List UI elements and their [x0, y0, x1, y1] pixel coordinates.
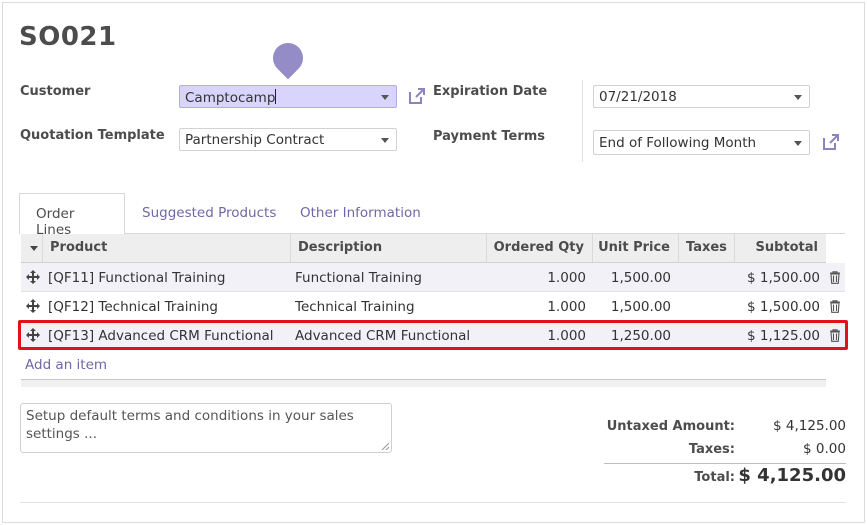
customer-label: Customer [20, 84, 91, 99]
notebook-tabs: Order Lines Suggested Products Other Inf… [19, 193, 845, 238]
cell-ordered-qty[interactable]: 1.000 [487, 299, 586, 315]
table-row[interactable]: [QF13] Advanced CRM Functional Advanced … [21, 321, 845, 350]
chevron-down-icon[interactable] [381, 138, 389, 143]
bottom-divider [20, 502, 846, 503]
table-header: Product Description Ordered Qty Unit Pri… [21, 234, 826, 263]
cell-subtotal: $ 1,125.00 [747, 328, 820, 344]
drag-handle-icon[interactable] [26, 270, 40, 284]
expiration-date-value: 07/21/2018 [599, 89, 677, 105]
table-row[interactable]: [QF11] Functional Training Functional Tr… [21, 263, 845, 292]
cell-unit-price[interactable]: 1,250.00 [593, 328, 671, 344]
cell-description[interactable]: Advanced CRM Functional [295, 328, 470, 344]
trash-icon[interactable] [829, 329, 841, 342]
cell-description[interactable]: Technical Training [295, 299, 415, 315]
trash-icon[interactable] [829, 300, 841, 313]
cell-ordered-qty[interactable]: 1.000 [487, 270, 586, 286]
drag-handle-icon[interactable] [26, 299, 40, 313]
column-header-description[interactable]: Description [291, 234, 487, 262]
sort-toggle[interactable] [21, 234, 43, 262]
column-header-unit-price[interactable]: Unit Price [593, 234, 679, 262]
caret-down-icon [30, 246, 38, 251]
add-item-link[interactable]: Add an item [25, 357, 107, 373]
text-cursor [275, 89, 277, 104]
customer-value: Camptocamp [185, 90, 276, 106]
column-header-product[interactable]: Product [43, 234, 291, 262]
column-header-taxes[interactable]: Taxes [679, 234, 735, 262]
quotation-template-label: Quotation Template [20, 128, 165, 143]
table-row[interactable]: [QF12] Technical Training Technical Trai… [21, 292, 845, 321]
expiration-date-label: Expiration Date [433, 84, 548, 99]
expiration-date-field[interactable]: 07/21/2018 [593, 85, 810, 108]
column-header-ordered-qty[interactable]: Ordered Qty [487, 234, 593, 262]
cell-subtotal: $ 1,500.00 [747, 270, 820, 286]
totals-divider [604, 463, 846, 464]
total-value: $ 4,125.00 [738, 465, 846, 486]
chevron-down-icon[interactable] [794, 95, 802, 100]
taxes-value: $ 0.00 [803, 441, 846, 457]
taxes-label: Taxes: [688, 442, 735, 457]
payment-terms-field[interactable]: End of Following Month [593, 130, 810, 155]
tab-suggested-products[interactable]: Suggested Products [126, 193, 292, 234]
chevron-down-icon[interactable] [794, 141, 802, 146]
trash-icon[interactable] [829, 271, 841, 284]
cell-product[interactable]: [QF12] Technical Training [48, 299, 218, 315]
tab-order-lines[interactable]: Order Lines [19, 193, 125, 238]
cell-product[interactable]: [QF11] Functional Training [48, 270, 225, 286]
cell-unit-price[interactable]: 1,500.00 [593, 299, 671, 315]
chevron-down-icon[interactable] [381, 95, 389, 100]
payment-terms-label: Payment Terms [433, 129, 546, 144]
cell-description[interactable]: Functional Training [295, 270, 422, 286]
untaxed-amount-label: Untaxed Amount: [606, 419, 735, 434]
page-title: SO021 [19, 22, 117, 52]
customer-field[interactable]: Camptocamp [179, 85, 397, 108]
terms-textarea[interactable]: Setup default terms and conditions in yo… [20, 403, 392, 453]
untaxed-amount-value: $ 4,125.00 [773, 418, 846, 434]
cell-product[interactable]: [QF13] Advanced CRM Functional [48, 328, 274, 344]
column-divider [582, 80, 583, 162]
cell-subtotal: $ 1,500.00 [747, 299, 820, 315]
cell-ordered-qty[interactable]: 1.000 [487, 328, 586, 344]
table-footer [21, 379, 826, 387]
external-link-icon[interactable] [407, 86, 427, 106]
cell-unit-price[interactable]: 1,500.00 [593, 270, 671, 286]
external-link-icon[interactable] [821, 132, 841, 152]
column-header-subtotal[interactable]: Subtotal [735, 234, 826, 262]
quotation-template-field[interactable]: Partnership Contract [179, 128, 397, 151]
tab-other-information[interactable]: Other Information [284, 193, 437, 234]
quotation-template-value: Partnership Contract [185, 132, 325, 148]
payment-terms-value: End of Following Month [599, 135, 757, 151]
drag-handle-icon[interactable] [26, 328, 40, 342]
resize-handle-icon[interactable] [381, 442, 389, 450]
terms-placeholder: Setup default terms and conditions in yo… [26, 408, 354, 442]
